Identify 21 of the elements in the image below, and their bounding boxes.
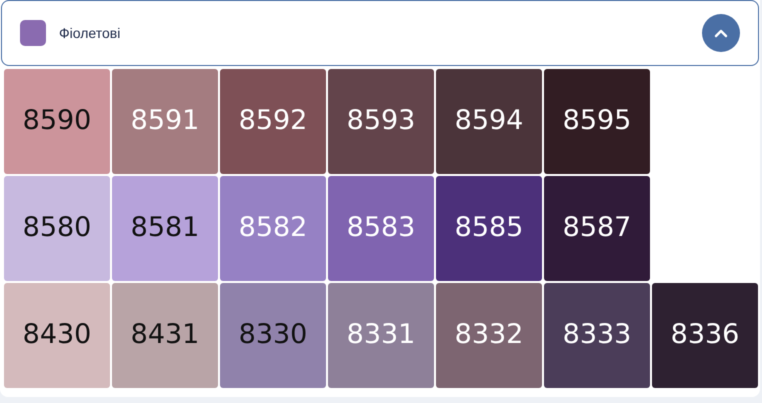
color-tile[interactable]: 8331 — [328, 283, 434, 388]
color-tile[interactable]: 8333 — [544, 283, 650, 388]
collapse-button[interactable] — [702, 14, 740, 52]
color-tile[interactable]: 8593 — [328, 69, 434, 174]
color-tile[interactable]: 8336 — [652, 283, 758, 388]
color-tile[interactable]: 8587 — [544, 176, 650, 281]
color-tile[interactable]: 8431 — [112, 283, 218, 388]
color-tile[interactable]: 8580 — [4, 176, 110, 281]
color-tile[interactable]: 8583 — [328, 176, 434, 281]
color-tile[interactable]: 8592 — [220, 69, 326, 174]
color-tile[interactable]: 8590 — [4, 69, 110, 174]
color-tile[interactable]: 8330 — [220, 283, 326, 388]
color-tile[interactable]: 8594 — [436, 69, 542, 174]
color-tile[interactable]: 8581 — [112, 176, 218, 281]
color-tile[interactable]: 8332 — [436, 283, 542, 388]
color-tile[interactable]: 8595 — [544, 69, 650, 174]
category-header[interactable]: Фіолетові — [1, 0, 759, 66]
category-label: Фіолетові — [59, 24, 120, 42]
color-tile[interactable]: 8585 — [436, 176, 542, 281]
color-tile[interactable]: 8430 — [4, 283, 110, 388]
color-tile[interactable]: 8591 — [112, 69, 218, 174]
